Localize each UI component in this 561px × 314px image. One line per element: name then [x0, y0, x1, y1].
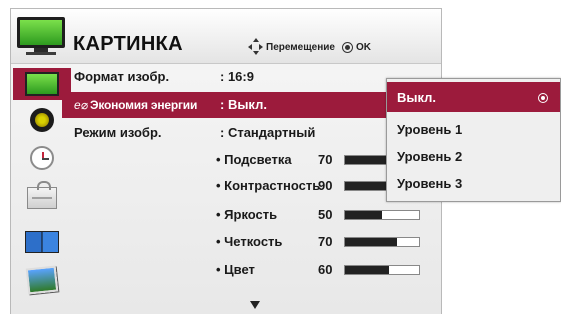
- scroll-down-icon[interactable]: [250, 301, 260, 309]
- setting-contrast-label: • Контрастность: [216, 178, 321, 193]
- sidebar-item-time[interactable]: [13, 142, 71, 174]
- setting-brightness[interactable]: • Яркость 50: [216, 203, 426, 227]
- picture-mode-label: Режим изобр.: [74, 125, 162, 140]
- audio-speaker-icon: [30, 108, 54, 132]
- navigation-hint: Перемещение OK: [248, 38, 371, 55]
- option-level-2-label: Уровень 2: [397, 149, 463, 164]
- setting-sharpness-bar[interactable]: [344, 237, 420, 247]
- ok-button-icon: [342, 41, 353, 53]
- menu-row-aspect-ratio[interactable]: Формат изобр. : 16:9: [62, 64, 422, 90]
- option-level-3[interactable]: Уровень 3: [387, 168, 560, 198]
- setting-color-label: • Цвет: [216, 262, 255, 277]
- option-level-1[interactable]: Уровень 1: [387, 114, 560, 144]
- picture-mode-value: : Стандартный: [220, 125, 316, 140]
- setting-sharpness-bar-fill: [345, 238, 397, 246]
- setting-contrast-value: 90: [318, 178, 333, 193]
- menu-row-energy-saving[interactable]: e⌀ Экономия энергии : Выкл.: [62, 92, 386, 118]
- setting-sharpness-label: • Четкость: [216, 234, 283, 249]
- tv-icon: [17, 17, 65, 55]
- setting-brightness-bar[interactable]: [344, 210, 420, 220]
- ok-hint-label: OK: [356, 41, 371, 53]
- move-hint-label: Перемещение: [266, 41, 335, 53]
- picture-tv-icon: [25, 72, 59, 96]
- sidebar-item-photo[interactable]: [13, 264, 71, 296]
- sidebar-item-lock[interactable]: [13, 181, 71, 214]
- setting-sharpness[interactable]: • Четкость 70: [216, 230, 426, 254]
- setting-sharpness-value: 70: [318, 234, 333, 249]
- move-arrows-icon: [248, 38, 263, 55]
- eco-leaf-icon: e⌀: [74, 98, 88, 112]
- setting-color-value: 60: [318, 262, 333, 277]
- menu-row-picture-mode[interactable]: Режим изобр. : Стандартный: [62, 120, 422, 146]
- setting-color-bar[interactable]: [344, 265, 420, 275]
- setting-color-bar-fill: [345, 266, 390, 274]
- menu-header: КАРТИНКА Перемещение OK: [11, 9, 441, 64]
- energy-saving-value: : Выкл.: [220, 97, 267, 112]
- setting-brightness-label: • Яркость: [216, 207, 278, 222]
- option-level-2[interactable]: Уровень 2: [387, 141, 560, 171]
- aspect-ratio-value: : 16:9: [220, 69, 254, 84]
- energy-saving-label: Экономия энергии: [90, 98, 198, 112]
- option-level-1-label: Уровень 1: [397, 122, 463, 137]
- selected-radio-icon: [538, 93, 548, 103]
- photo-icon: [25, 265, 59, 295]
- aspect-ratio-label: Формат изобр.: [74, 69, 170, 84]
- setting-brightness-bar-fill: [345, 211, 382, 219]
- setting-backlight-label: • Подсветка: [216, 152, 292, 167]
- lock-icon: [27, 181, 57, 209]
- option-level-3-label: Уровень 3: [397, 176, 463, 191]
- sidebar-item-option[interactable]: [13, 226, 71, 258]
- time-clock-icon: [30, 146, 54, 170]
- option-off-label: Выкл.: [397, 90, 437, 105]
- setting-brightness-value: 50: [318, 207, 333, 222]
- setting-backlight-value: 70: [318, 152, 333, 167]
- setting-color[interactable]: • Цвет 60: [216, 258, 426, 282]
- energy-saving-dropdown: Выкл. Уровень 1 Уровень 2 Уровень 3: [386, 78, 561, 202]
- option-off[interactable]: Выкл.: [387, 82, 560, 112]
- option-screens-icon: [25, 231, 59, 253]
- menu-title: КАРТИНКА: [73, 33, 183, 55]
